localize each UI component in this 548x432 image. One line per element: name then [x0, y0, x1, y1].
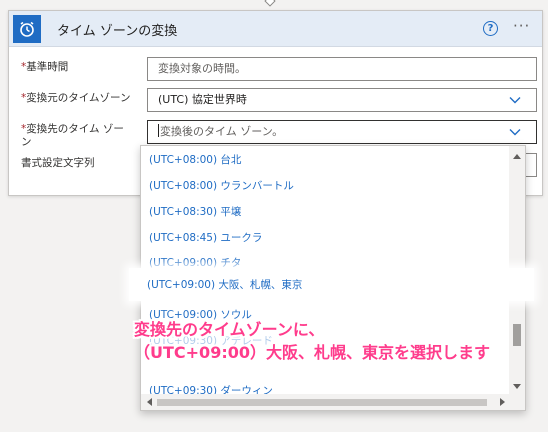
format-string-label: 書式設定文字列	[21, 157, 95, 169]
annotation-line2: （UTC+09:00）大阪、札幌、東京を選択します	[134, 343, 490, 362]
base-time-label-text: 基準時間	[26, 61, 69, 73]
dropdown-option[interactable]: (UTC+08:00) ウランバートル	[149, 178, 294, 193]
chevron-down-icon[interactable]	[508, 125, 522, 139]
source-timezone-label-text: 変換元のタイムゾーン	[26, 92, 131, 104]
card-title: タイム ゾーンの変換	[57, 24, 178, 39]
annotation-line1: 変換先のタイムゾーンに、	[134, 320, 325, 339]
destination-timezone-label: *変換先のタイム ゾー ン	[21, 123, 124, 149]
destination-timezone-label-line1: 変換先のタイム ゾー	[26, 123, 124, 135]
scrollbar-corner	[509, 394, 525, 410]
dropdown-option[interactable]: (UTC+08:00) 台北	[149, 152, 241, 167]
chevron-down-icon[interactable]	[508, 93, 522, 107]
destination-timezone-placeholder: 変換後のタイム ゾーン。	[160, 125, 284, 138]
destination-timezone-label-line2: ン	[21, 136, 32, 148]
scroll-down-arrow-icon[interactable]	[513, 384, 521, 389]
dropdown-option[interactable]: (UTC+08:45) ユークラ	[149, 230, 262, 245]
scroll-right-arrow-icon[interactable]	[500, 398, 505, 406]
card-header[interactable]: タイム ゾーンの変換 ? ···	[9, 11, 542, 47]
base-time-label: *基準時間	[21, 61, 68, 74]
instruction-annotation: 変換先のタイムゾーンに、 （UTC+09:00）大阪、札幌、東京を選択します	[134, 318, 490, 364]
dropdown-option[interactable]: (UTC+08:30) 平壌	[149, 204, 241, 219]
more-options-icon[interactable]: ···	[513, 17, 530, 35]
base-time-placeholder: 変換対象の時間。	[158, 62, 246, 75]
help-icon[interactable]: ?	[483, 21, 498, 36]
horizontal-scroll-thumb[interactable]	[157, 399, 487, 406]
scroll-left-arrow-icon[interactable]	[147, 398, 152, 406]
selected-option-osaka-sapporo-tokyo[interactable]: (UTC+09:00) 大阪、札幌、東京	[147, 277, 302, 292]
vertical-scroll-thumb[interactable]	[513, 324, 521, 346]
source-timezone-select[interactable]: (UTC) 協定世界時	[147, 88, 537, 112]
destination-timezone-select[interactable]: 変換後のタイム ゾーン。	[147, 120, 537, 144]
horizontal-scrollbar[interactable]	[141, 394, 511, 410]
flow-connector-arrow	[264, 0, 276, 7]
source-timezone-value: (UTC) 協定世界時	[158, 93, 247, 106]
text-cursor	[158, 124, 159, 137]
base-time-input[interactable]: 変換対象の時間。	[147, 57, 537, 81]
source-timezone-label: *変換元のタイムゾーン	[21, 92, 131, 105]
scroll-up-arrow-icon[interactable]	[513, 154, 521, 159]
alarm-clock-icon	[13, 15, 41, 43]
